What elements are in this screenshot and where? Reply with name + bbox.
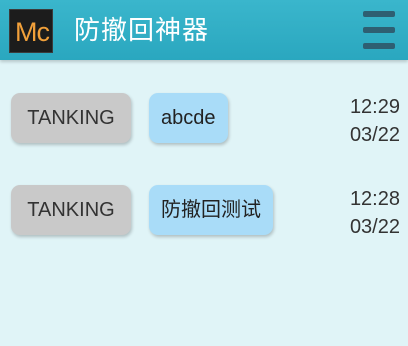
app-header: Mc 防撤回神器 — [0, 0, 408, 60]
message-date: 03/22 — [349, 124, 400, 146]
app-logo-text: Mc — [15, 17, 50, 47]
hamburger-menu-icon-bar-bottom — [363, 43, 395, 49]
sender-name: TANKING — [11, 185, 131, 235]
sender-name: TANKING — [11, 93, 131, 143]
hamburger-menu-icon-bar-top — [363, 11, 395, 17]
message-date: 03/22 — [349, 216, 400, 238]
app-logo-icon: Mc — [9, 9, 53, 53]
message-timestamp: 12:28 03/22 — [320, 185, 400, 241]
message-time: 12:28 — [349, 188, 400, 210]
message-content: 防撤回测试 — [149, 185, 273, 235]
message-timestamp: 12:29 03/22 — [320, 93, 400, 149]
menu-button[interactable] — [360, 9, 398, 51]
app-title: 防撤回神器 — [74, 16, 210, 46]
message-row[interactable]: TANKING 防撤回测试 12:28 03/22 — [0, 185, 408, 245]
message-time: 12:29 — [349, 96, 400, 118]
message-content: abcde — [149, 93, 228, 143]
message-row[interactable]: TANKING abcde 12:29 03/22 — [0, 93, 408, 153]
hamburger-menu-icon-bar-middle — [363, 27, 395, 33]
